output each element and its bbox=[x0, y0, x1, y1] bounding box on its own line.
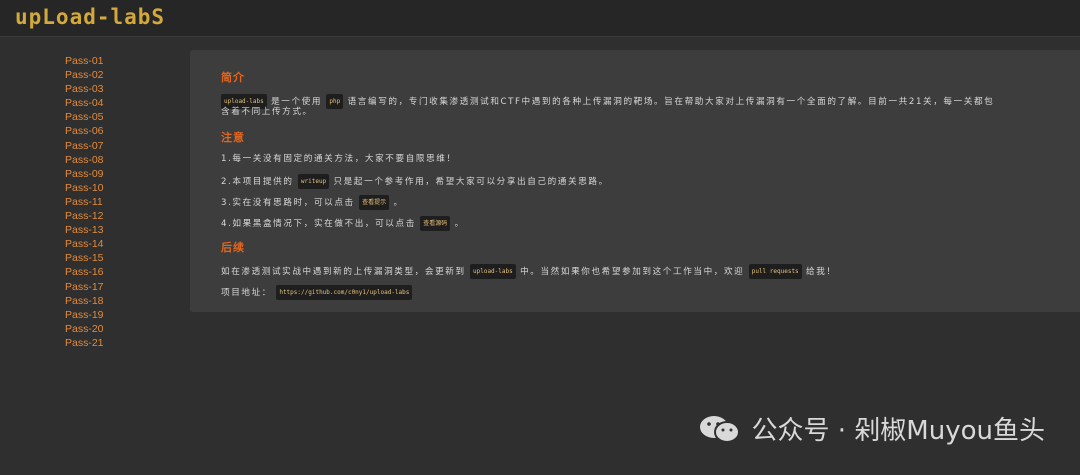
code-writeup: writeup bbox=[297, 174, 330, 189]
upload-labs-logo[interactable]: upLoad-labS bbox=[15, 5, 165, 29]
sidebar: Pass-01 Pass-02 Pass-03 Pass-04 Pass-05 … bbox=[65, 54, 175, 350]
note-3-text-b: 。 bbox=[393, 198, 404, 208]
note-2-text-b: 只是起一个参考作用，希望大家可以分享出自己的通关思路。 bbox=[333, 177, 609, 187]
code-php: php bbox=[326, 94, 344, 109]
wechat-icon bbox=[699, 415, 740, 443]
watermark-text: 公众号 · 剁椒Muyou鱼头 bbox=[751, 416, 1045, 446]
note-1: 1.每一关没有固定的通关方法，大家不要自限思维！ bbox=[221, 154, 457, 164]
sidebar-item-pass-08[interactable]: Pass-08 bbox=[65, 153, 175, 167]
sidebar-item-pass-18[interactable]: Pass-18 bbox=[65, 294, 175, 308]
code-upload-labs-2: upload-labs bbox=[470, 264, 516, 279]
note-4: 4.如果黑盒情况下，实在做不出，可以点击 查看源码 。 bbox=[221, 216, 465, 231]
project-address-link[interactable]: https://github.com/c0ny1/upload-labs bbox=[276, 285, 413, 300]
sidebar-item-pass-13[interactable]: Pass-13 bbox=[65, 223, 175, 237]
sidebar-item-pass-02[interactable]: Pass-02 bbox=[65, 68, 175, 82]
sidebar-item-pass-03[interactable]: Pass-03 bbox=[65, 82, 175, 96]
sidebar-item-pass-09[interactable]: Pass-09 bbox=[65, 167, 175, 181]
intro-text-b: 语言编写的，专门收集渗透测试和CTF中遇到的各种上传漏洞的靶场。旨在帮助大家对上… bbox=[347, 97, 995, 107]
note-4-text-b: 。 bbox=[454, 219, 465, 229]
sidebar-item-pass-10[interactable]: Pass-10 bbox=[65, 181, 175, 195]
view-hint-button[interactable]: 查看提示 bbox=[359, 195, 390, 210]
followup-text-a: 如在渗透测试实战中遇到新的上传漏洞类型，会更新到 bbox=[221, 267, 466, 277]
intro-line-1: upload-labs 是一个使用 php 语言编写的，专门收集渗透测试和CTF… bbox=[221, 94, 994, 109]
intro-line-2: 含着不同上传方式。 bbox=[221, 107, 313, 117]
sidebar-item-pass-20[interactable]: Pass-20 bbox=[65, 322, 175, 336]
followup-line-1: 如在渗透测试实战中遇到新的上传漏洞类型，会更新到 upload-labs 中。当… bbox=[221, 264, 837, 279]
sidebar-item-pass-01[interactable]: Pass-01 bbox=[65, 54, 175, 68]
sidebar-item-pass-21[interactable]: Pass-21 bbox=[65, 336, 175, 350]
sidebar-item-pass-12[interactable]: Pass-12 bbox=[65, 209, 175, 223]
note-2: 2.本项目提供的 writeup 只是起一个参考作用，希望大家可以分享出自己的通… bbox=[221, 174, 609, 189]
note-3-text-a: 3.实在没有思路时，可以点击 bbox=[221, 198, 355, 208]
sidebar-item-pass-04[interactable]: Pass-04 bbox=[65, 96, 175, 110]
sidebar-item-pass-16[interactable]: Pass-16 bbox=[65, 265, 175, 279]
followup-heading: 后续 bbox=[221, 241, 245, 254]
watermark: 公众号 · 剁椒Muyou鱼头 bbox=[698, 410, 1045, 447]
notes-heading: 注意 bbox=[221, 131, 245, 144]
followup-text-c: 给我！ bbox=[806, 267, 837, 277]
sidebar-item-pass-15[interactable]: Pass-15 bbox=[65, 251, 175, 265]
view-source-button[interactable]: 查看源码 bbox=[420, 216, 451, 231]
sidebar-item-pass-17[interactable]: Pass-17 bbox=[65, 280, 175, 294]
note-4-text-a: 4.如果黑盒情况下，实在做不出，可以点击 bbox=[221, 219, 416, 229]
intro-panel: 简介 upload-labs 是一个使用 php 语言编写的，专门收集渗透测试和… bbox=[190, 50, 1080, 312]
intro-heading: 简介 bbox=[221, 71, 245, 84]
sidebar-item-pass-07[interactable]: Pass-07 bbox=[65, 139, 175, 153]
sidebar-item-pass-06[interactable]: Pass-06 bbox=[65, 124, 175, 138]
code-pull-requests: pull requests bbox=[748, 264, 802, 279]
sidebar-item-pass-05[interactable]: Pass-05 bbox=[65, 110, 175, 124]
note-3: 3.实在没有思路时，可以点击 查看提示 。 bbox=[221, 195, 404, 210]
project-address: 项目地址： https://github.com/c0ny1/upload-la… bbox=[221, 285, 413, 300]
project-address-label: 项目地址： bbox=[221, 288, 272, 298]
sidebar-item-pass-19[interactable]: Pass-19 bbox=[65, 308, 175, 322]
followup-text-b: 中。当然如果你也希望参加到这个工作当中，欢迎 bbox=[520, 267, 745, 277]
sidebar-item-pass-14[interactable]: Pass-14 bbox=[65, 237, 175, 251]
sidebar-item-pass-11[interactable]: Pass-11 bbox=[65, 195, 175, 209]
note-2-text-a: 2.本项目提供的 bbox=[221, 177, 294, 187]
top-bar: upLoad-labS bbox=[0, 0, 1080, 37]
